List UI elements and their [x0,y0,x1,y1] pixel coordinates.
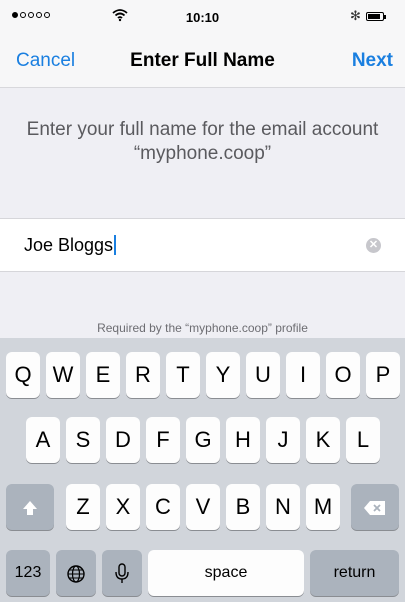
full-name-input[interactable]: Joe Bloggs [24,235,117,256]
full-name-value: Joe Bloggs [24,235,114,255]
shift-arrow-icon [23,501,37,516]
key-z[interactable]: Z [66,484,100,530]
key-m[interactable]: M [306,484,340,530]
microphone-icon [115,563,129,584]
key-r[interactable]: R [126,352,160,398]
battery-icon [366,12,386,21]
return-key[interactable]: return [310,550,399,596]
profile-note: Required by the “myphone.coop” profile [97,321,308,335]
form-area: Enter your full name for the email accou… [0,88,405,338]
key-f[interactable]: F [146,417,180,463]
key-e[interactable]: E [86,352,120,398]
backspace-icon [364,501,385,516]
key-j[interactable]: J [266,417,300,463]
key-w[interactable]: W [46,352,80,398]
key-h[interactable]: H [226,417,260,463]
key-i[interactable]: I [286,352,320,398]
key-x[interactable]: X [106,484,140,530]
status-bar: 10:10 ✻ [0,0,405,38]
status-time: 10:10 [185,10,220,25]
next-button[interactable]: Next [352,50,393,72]
key-v[interactable]: V [186,484,220,530]
clear-text-icon[interactable]: ✕ [366,238,381,253]
key-q[interactable]: Q [6,352,40,398]
key-y[interactable]: Y [206,352,240,398]
key-s[interactable]: S [66,417,100,463]
shift-key[interactable] [6,484,54,530]
nav-bar: Cancel Enter Full Name Next [0,38,405,88]
text-caret [114,235,117,255]
key-a[interactable]: A [26,417,60,463]
instruction-text: Enter your full name for the email accou… [26,119,379,164]
key-o[interactable]: O [326,352,360,398]
key-b[interactable]: B [226,484,260,530]
key-u[interactable]: U [246,352,280,398]
key-t[interactable]: T [166,352,200,398]
key-n[interactable]: N [266,484,300,530]
key-g[interactable]: G [186,417,220,463]
key-p[interactable]: P [366,352,400,398]
key-c[interactable]: C [146,484,180,530]
globe-icon [67,565,85,583]
key-d[interactable]: D [106,417,140,463]
numbers-key[interactable]: 123 [6,550,50,596]
full-name-field[interactable]: Joe Bloggs ✕ [0,218,405,272]
keyboard: Q W E R T Y U I O P A S D F G H J K L Z … [0,338,405,602]
bluetooth-icon: ✻ [350,8,361,23]
key-l[interactable]: L [346,417,380,463]
dictation-key[interactable] [102,550,142,596]
key-k[interactable]: K [306,417,340,463]
globe-key[interactable] [56,550,96,596]
cancel-button[interactable]: Cancel [16,50,75,72]
space-key[interactable]: space [148,550,304,596]
delete-key[interactable] [351,484,399,530]
